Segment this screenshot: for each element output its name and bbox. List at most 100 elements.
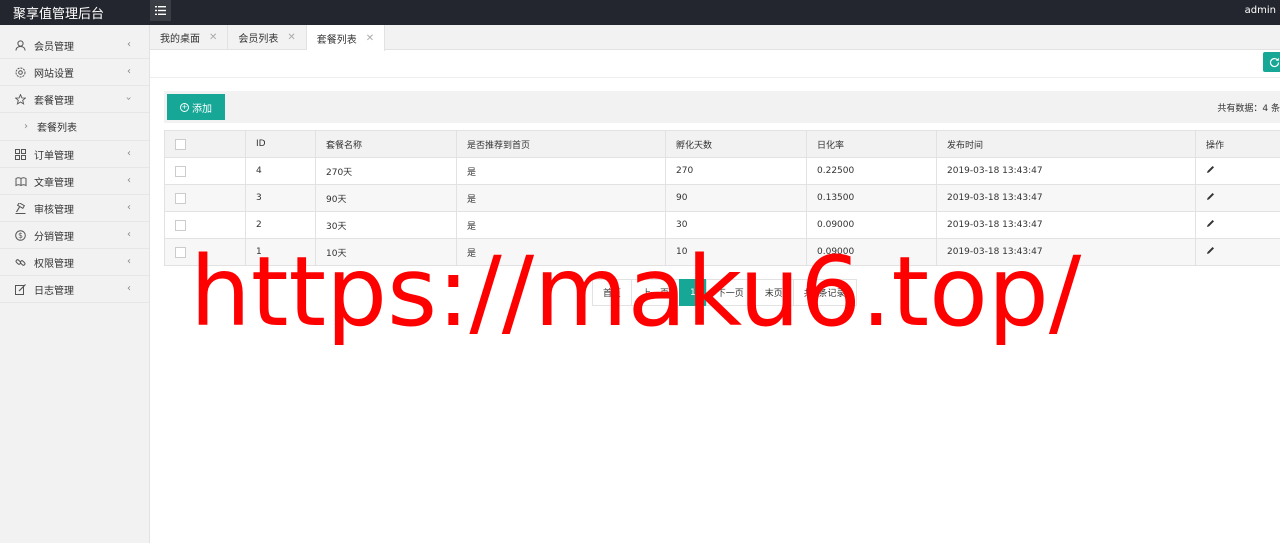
pagination-info: 共4条记录	[792, 279, 857, 306]
tab-member-list[interactable]: 会员列表 ✕	[228, 25, 307, 50]
sidebar-item-label: 网站设置	[34, 68, 74, 80]
chevron-left-icon: ‹	[127, 202, 131, 213]
sidebar-subitem-package-list[interactable]: › 套餐列表	[0, 113, 149, 141]
cell-id: 3	[245, 184, 316, 212]
sidebar-item-distribution[interactable]: $ 分销管理 ‹	[0, 222, 149, 249]
edit-pencil-icon[interactable]	[1206, 219, 1215, 231]
grid-icon	[14, 148, 27, 161]
menu-toggle-button[interactable]	[150, 0, 171, 21]
sidebar-item-label: 审核管理	[34, 204, 74, 216]
chevron-left-icon: ‹	[127, 39, 131, 50]
sidebar-subitem-label: 套餐列表	[37, 123, 77, 134]
cell-rate: 0.22500	[806, 157, 937, 185]
chevron-left-icon: ‹	[127, 229, 131, 240]
column-header-id: ID	[245, 130, 316, 158]
cell-actions	[1195, 184, 1280, 212]
menu-icon	[155, 6, 166, 15]
cell-time: 2019-03-18 13:43:47	[936, 157, 1196, 185]
pagination-last[interactable]: 末页	[753, 279, 794, 306]
row-checkbox[interactable]	[175, 192, 186, 204]
cell-time: 2019-03-18 13:43:47	[936, 211, 1196, 239]
cell-actions	[1195, 211, 1280, 239]
cell-name: 30天	[315, 211, 457, 239]
select-all-checkbox[interactable]	[175, 138, 186, 150]
sidebar-item-label: 文章管理	[34, 177, 74, 189]
chevron-left-icon: ‹	[127, 175, 131, 186]
sidebar-item-review[interactable]: 审核管理 ‹	[0, 195, 149, 222]
cell-time: 2019-03-18 13:43:47	[936, 238, 1196, 266]
total-count: 共有数据：4 条	[1217, 101, 1280, 114]
table-row: 2 30天 是 30 0.09000 2019-03-18 13:43:47	[164, 211, 1280, 239]
user-menu[interactable]: admin	[1245, 5, 1276, 16]
chevron-right-icon: ›	[24, 121, 28, 132]
table-row: 4 270天 是 270 0.22500 2019-03-18 13:43:47	[164, 157, 1280, 185]
close-icon[interactable]: ✕	[366, 33, 374, 44]
column-header-name: 套餐名称	[315, 130, 457, 158]
table-row: 3 90天 是 90 0.13500 2019-03-18 13:43:47	[164, 184, 1280, 212]
pagination-first[interactable]: 首页	[592, 279, 633, 306]
sidebar: 会员管理 ‹ 网站设置 ‹ 套餐管理 ‹ › 套餐列表 订单管理 ‹ 文章管理 …	[0, 25, 150, 543]
pagination-prev[interactable]: 上一页	[631, 279, 681, 306]
plus-circle-icon: +	[180, 102, 189, 112]
cell-rate: 0.09000	[806, 238, 937, 266]
cell-rate: 0.09000	[806, 211, 937, 239]
cell-days: 90	[665, 184, 807, 212]
cell-days: 30	[665, 211, 807, 239]
cell-name: 270天	[315, 157, 457, 185]
cell-actions	[1195, 238, 1280, 266]
column-header-actions: 操作	[1195, 130, 1280, 158]
row-select-cell	[164, 238, 246, 266]
edit-icon	[14, 283, 27, 296]
sidebar-item-label: 分销管理	[34, 231, 74, 243]
row-checkbox[interactable]	[175, 219, 186, 231]
tab-package-list[interactable]: 套餐列表 ✕	[306, 25, 386, 51]
sidebar-item-site-settings[interactable]: 网站设置 ‹	[0, 59, 149, 86]
cell-name: 10天	[315, 238, 457, 266]
sidebar-item-label: 套餐管理	[34, 95, 74, 107]
close-icon[interactable]: ✕	[209, 32, 217, 43]
tab-label: 我的桌面	[160, 34, 200, 45]
table-row: 1 10天 是 10 0.09000 2019-03-18 13:43:47	[164, 238, 1280, 266]
tab-dashboard[interactable]: 我的桌面 ✕	[150, 25, 229, 50]
sidebar-item-permissions[interactable]: 权限管理 ‹	[0, 249, 149, 276]
cell-recommend: 是	[456, 184, 666, 212]
chevron-left-icon: ‹	[127, 256, 131, 267]
book-icon	[14, 175, 27, 188]
row-checkbox[interactable]	[175, 246, 186, 258]
sidebar-item-packages[interactable]: 套餐管理 ‹	[0, 86, 149, 113]
pagination-next[interactable]: 下一页	[705, 279, 755, 306]
sidebar-item-articles[interactable]: 文章管理 ‹	[0, 168, 149, 195]
sidebar-item-orders[interactable]: 订单管理 ‹	[0, 141, 149, 168]
cell-days: 10	[665, 238, 807, 266]
edit-pencil-icon[interactable]	[1206, 192, 1215, 204]
sidebar-item-label: 日志管理	[34, 285, 74, 297]
gear-icon	[14, 66, 27, 79]
tab-label: 套餐列表	[316, 34, 357, 46]
dollar-icon: $	[14, 229, 27, 242]
close-icon[interactable]: ✕	[287, 32, 295, 43]
cell-days: 270	[665, 157, 807, 185]
total-label: 共有数据：	[1217, 104, 1263, 114]
cell-recommend: 是	[456, 157, 666, 185]
edit-pencil-icon[interactable]	[1206, 246, 1215, 258]
cell-id: 1	[245, 238, 316, 266]
table-header-row: ID 套餐名称 是否推荐到首页 孵化天数 日化率 发布时间 操作	[164, 130, 1280, 158]
cell-rate: 0.13500	[806, 184, 937, 212]
add-button[interactable]: + 添加	[167, 94, 225, 120]
sidebar-item-label: 会员管理	[34, 41, 74, 53]
add-button-label: 添加	[192, 103, 212, 115]
pagination: 首页 上一页 1 下一页 末页 共4条记录	[592, 279, 857, 306]
edit-pencil-icon[interactable]	[1206, 165, 1215, 177]
total-value: 4 条	[1262, 104, 1280, 114]
row-checkbox[interactable]	[175, 165, 186, 177]
sidebar-item-logs[interactable]: 日志管理 ‹	[0, 276, 149, 303]
refresh-button[interactable]	[1263, 52, 1280, 72]
link-icon	[14, 256, 27, 269]
row-select-cell	[164, 211, 246, 239]
row-select-cell	[164, 184, 246, 212]
pagination-current[interactable]: 1	[679, 279, 707, 306]
sidebar-item-label: 订单管理	[34, 150, 74, 162]
sidebar-item-members[interactable]: 会员管理 ‹	[0, 32, 149, 59]
row-select-cell	[164, 157, 246, 185]
chevron-down-icon: ‹	[123, 96, 135, 101]
